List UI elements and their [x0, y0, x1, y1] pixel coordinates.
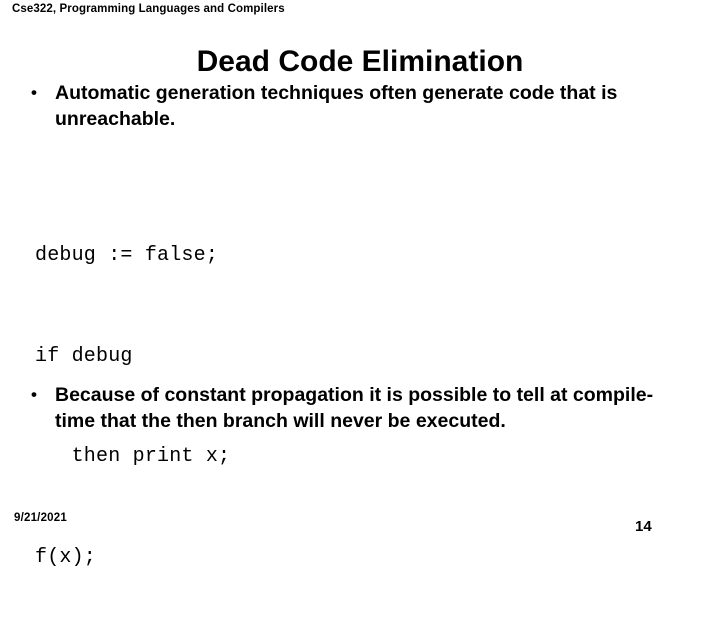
list-item: • Automatic generation techniques often … — [31, 80, 631, 132]
page-title: Dead Code Elimination — [196, 45, 524, 79]
list-item: • Because of constant propagation it is … — [31, 382, 679, 434]
code-line: f(x); — [35, 545, 97, 569]
code-line: then print x; — [35, 445, 231, 468]
code-line: debug := false; — [35, 244, 219, 267]
slide-canvas: Cse322, Programming Languages and Compil… — [0, 0, 720, 569]
footer-date: 9/21/2021 — [14, 512, 67, 524]
code-line: if debug — [35, 344, 133, 368]
course-header: Cse322, Programming Languages and Compil… — [12, 3, 285, 15]
list-item-text: Because of constant propagation it is po… — [55, 384, 654, 432]
list-item-text: Automatic generation techniques often ge… — [55, 82, 618, 130]
footer-page-number: 14 — [635, 518, 652, 535]
bullet-marker-icon: • — [31, 83, 37, 102]
bullet-marker-icon: • — [31, 385, 37, 404]
